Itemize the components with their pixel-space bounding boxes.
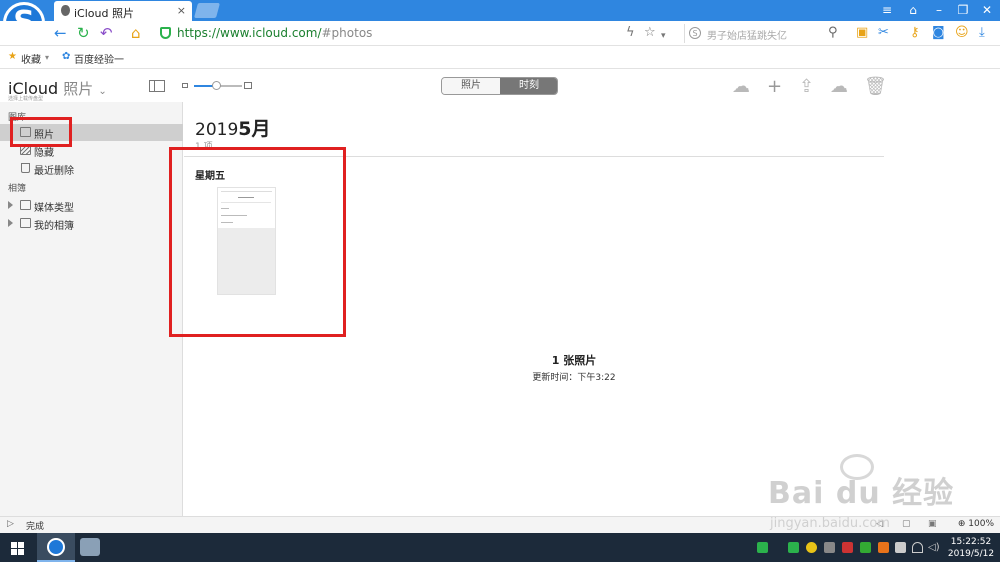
key-icon[interactable]: ⚷ bbox=[910, 25, 920, 41]
sidebar-item-recently-deleted[interactable]: 最近删除 bbox=[0, 160, 183, 177]
share-icon[interactable]: ⇪ bbox=[799, 78, 814, 96]
browser-logo-icon bbox=[47, 538, 65, 556]
search-icon[interactable]: ⚲ bbox=[828, 25, 838, 41]
taskbar-browser-app[interactable] bbox=[37, 533, 75, 562]
close-window-button[interactable]: ✕ bbox=[978, 2, 996, 18]
library-summary: 1 张照片 更新时间：下午3:22 bbox=[474, 352, 674, 383]
large-thumbnail-icon bbox=[244, 82, 252, 89]
brand-subtitle: 选择上载传盘型 bbox=[8, 96, 44, 102]
navigation-bar: ← ↻ ↶ ⌂ https://www.icloud.com/#photos ϟ… bbox=[0, 21, 1000, 46]
small-thumbnail-icon bbox=[182, 83, 188, 88]
tab-photos[interactable]: 照片 bbox=[442, 78, 500, 94]
delete-icon[interactable]: 🗑 bbox=[864, 78, 887, 96]
albums-header: 相簿 bbox=[8, 184, 27, 194]
add-icon[interactable]: + bbox=[767, 78, 782, 96]
new-tab-button[interactable] bbox=[193, 3, 221, 18]
highlight-photos-item bbox=[10, 117, 72, 147]
disclosure-arrow-icon[interactable] bbox=[8, 201, 13, 209]
tab-bar: iCloud 照片 × ≡ ⌂ – ❐ ✕ bbox=[0, 0, 1000, 21]
tray-app-icon[interactable] bbox=[860, 542, 871, 553]
watermark-domain: jingyan.baidu.com bbox=[770, 516, 890, 531]
bookmarks-bar: ★ 收藏 ▾ ✿ 百度经验一 bbox=[0, 46, 1000, 69]
volume-icon[interactable]: ◁) bbox=[928, 542, 940, 553]
skin-icon[interactable]: ⌂ bbox=[904, 2, 922, 18]
trash-icon bbox=[21, 163, 30, 173]
disclosure-arrow-icon[interactable] bbox=[8, 219, 13, 227]
tray-app-icon[interactable] bbox=[806, 542, 817, 553]
address-bar[interactable]: https://www.icloud.com/#photos bbox=[156, 24, 670, 43]
app-toolbar: iCloud 照片 ⌄ 选择上载传盘型 照片 时刻 ☁ + ⇪ ☁ 🗑 bbox=[0, 70, 887, 102]
extension-icon[interactable]: ▣ bbox=[856, 25, 868, 41]
sidebar-item-label: 我的相簿 bbox=[34, 221, 74, 232]
dropdown-icon[interactable]: ▾ bbox=[661, 28, 666, 44]
moment-title: 20195月 bbox=[195, 118, 271, 140]
zoom-slider[interactable] bbox=[194, 81, 242, 90]
wifi-icon[interactable] bbox=[912, 542, 923, 553]
clock-date: 2019/5/12 bbox=[947, 549, 995, 559]
baidu-paw-icon: ✿ bbox=[62, 51, 71, 62]
chevron-down-icon: ⌄ bbox=[98, 86, 107, 97]
search-engine-icon: S bbox=[689, 27, 701, 39]
undo-icon[interactable]: ↶ bbox=[100, 25, 113, 41]
status-text: 完成 bbox=[26, 522, 45, 532]
url-text[interactable]: https://www.icloud.com/#photos bbox=[177, 26, 372, 40]
tab-close-icon[interactable]: × bbox=[177, 4, 186, 17]
bookmark-favorites[interactable]: 收藏 bbox=[21, 51, 41, 66]
search-placeholder: 男子始店猛跳失亿 bbox=[707, 31, 787, 42]
apple-icon bbox=[61, 5, 70, 16]
sidebar-toggle-icon[interactable] bbox=[149, 80, 165, 92]
more-icon[interactable]: ☺ bbox=[955, 25, 969, 41]
watermark-brand: Bai du 经验 bbox=[768, 476, 955, 511]
translate-icon[interactable]: ◙ bbox=[932, 25, 945, 41]
tray-app-icon[interactable] bbox=[788, 542, 799, 553]
sidebar-item-label: 最近删除 bbox=[34, 166, 74, 177]
upload-cloud-icon[interactable]: ☁ bbox=[732, 78, 750, 96]
scissors-icon[interactable]: ✂ bbox=[878, 25, 889, 41]
tray-app-icon[interactable] bbox=[878, 542, 889, 553]
folder-icon bbox=[20, 218, 31, 228]
tray-app-icon[interactable] bbox=[824, 542, 835, 553]
search-input[interactable]: S 男子始店猛跳失亿 bbox=[684, 24, 844, 43]
restore-button[interactable]: ❐ bbox=[954, 2, 972, 18]
tab-icloud-photos[interactable]: iCloud 照片 × bbox=[54, 1, 192, 21]
play-icon[interactable]: ▷ bbox=[7, 519, 14, 529]
system-clock[interactable]: 15:22:52 2019/5/12 bbox=[944, 536, 998, 560]
sidebar-item-media-types[interactable]: 媒体类型 bbox=[0, 197, 183, 214]
view-segmented-control: 照片 时刻 bbox=[441, 77, 558, 95]
sidebar-item-my-albums[interactable]: 我的相簿 bbox=[0, 215, 183, 232]
bookmark-baidu-jingyan[interactable]: 百度经验一 bbox=[74, 51, 124, 66]
zoom-slider-handle bbox=[212, 81, 221, 90]
favorite-star-icon[interactable]: ☆ bbox=[644, 25, 656, 41]
home-icon[interactable]: ⌂ bbox=[131, 25, 141, 41]
sidebar: 图库 照片 隐藏 最近删除 相簿 媒体类型 我的相簿 bbox=[0, 102, 183, 516]
battery-icon[interactable] bbox=[895, 542, 906, 553]
tray-app-icon[interactable] bbox=[757, 542, 768, 553]
baidu-watermark: Bai du 经验 jingyan.baidu.com bbox=[740, 450, 990, 532]
taskbar: ◁) 15:22:52 2019/5/12 bbox=[0, 533, 1000, 562]
folder-icon bbox=[20, 200, 31, 210]
chevron-down-icon[interactable]: ▾ bbox=[45, 53, 49, 62]
photo-count: 1 张照片 bbox=[551, 354, 597, 367]
refresh-icon[interactable]: ↻ bbox=[77, 25, 90, 41]
tab-title: iCloud 照片 bbox=[74, 7, 134, 20]
back-icon[interactable]: ← bbox=[54, 25, 67, 41]
last-updated: 更新时间：下午3:22 bbox=[532, 373, 616, 383]
secure-shield-icon bbox=[160, 27, 171, 39]
clock-time: 15:22:52 bbox=[950, 537, 992, 547]
menu-icon[interactable]: ≡ bbox=[878, 2, 896, 18]
tray-app-icon[interactable] bbox=[842, 542, 853, 553]
download-icon[interactable]: ⤓ bbox=[979, 25, 985, 41]
taskbar-paint-app[interactable] bbox=[80, 538, 100, 556]
sidebar-item-label: 媒体类型 bbox=[34, 203, 74, 214]
lightning-icon[interactable]: ϟ bbox=[626, 25, 635, 41]
download-cloud-icon[interactable]: ☁ bbox=[830, 78, 848, 96]
tab-moments[interactable]: 时刻 bbox=[500, 78, 557, 94]
windows-start-icon[interactable] bbox=[11, 542, 24, 555]
highlight-photo-thumbnail bbox=[169, 147, 346, 337]
minimize-button[interactable]: – bbox=[930, 2, 948, 18]
star-icon: ★ bbox=[8, 51, 17, 62]
